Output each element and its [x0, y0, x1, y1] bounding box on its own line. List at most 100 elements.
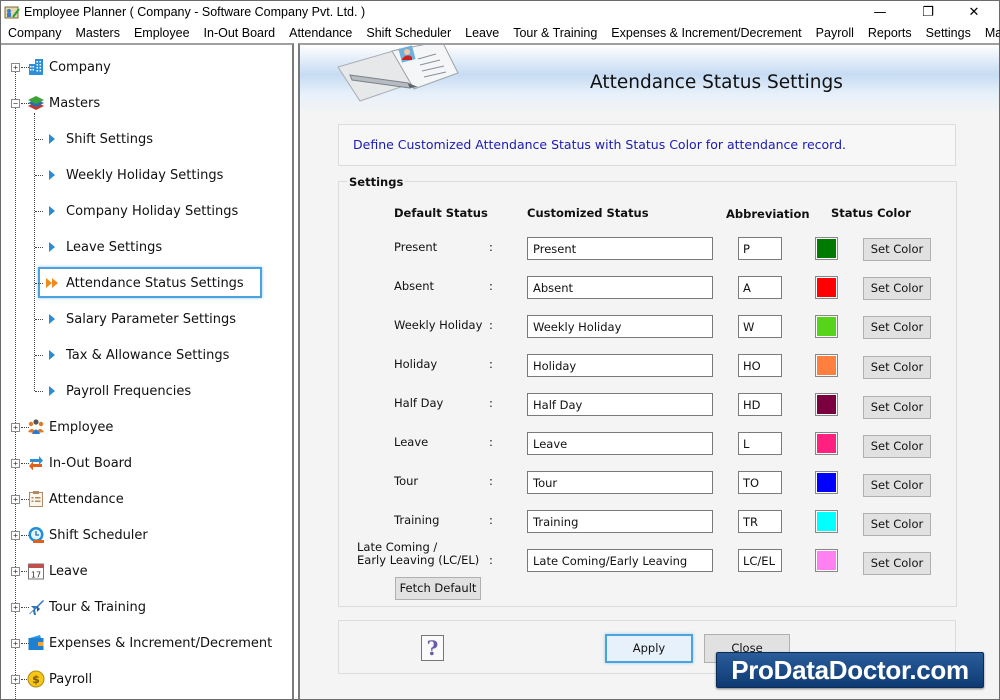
- app-window: Employee Planner ( Company - Software Co…: [0, 0, 1000, 700]
- expand-toggle[interactable]: +: [11, 675, 20, 684]
- tree-node-expenses[interactable]: Expenses & Increment/Decrement: [27, 632, 272, 654]
- menu-reports[interactable]: Reports: [861, 24, 919, 43]
- status-color-swatch[interactable]: [815, 315, 838, 338]
- set-color-button[interactable]: Set Color: [863, 513, 931, 536]
- tree-child-payroll-frequencies[interactable]: Payroll Frequencies: [49, 380, 191, 402]
- tree-connector: [35, 391, 43, 392]
- expand-toggle[interactable]: +: [11, 531, 20, 540]
- dollar-coin-icon: $: [27, 670, 45, 688]
- apply-button[interactable]: Apply: [605, 634, 693, 663]
- expand-toggle[interactable]: +: [11, 423, 20, 432]
- default-status-label: Leave: [394, 435, 429, 449]
- set-color-button[interactable]: Set Color: [863, 435, 931, 458]
- tree-child-salary-parameter-settings[interactable]: Salary Parameter Settings: [49, 308, 236, 330]
- set-color-button[interactable]: Set Color: [863, 356, 931, 379]
- abbreviation-input[interactable]: [738, 471, 782, 494]
- fetch-default-button[interactable]: Fetch Default: [395, 577, 481, 600]
- tree-node-shift-scheduler[interactable]: Shift Scheduler: [27, 524, 148, 546]
- status-color-swatch[interactable]: [815, 354, 838, 377]
- menu-payroll[interactable]: Payroll: [809, 24, 861, 43]
- tree-connector: [34, 113, 35, 391]
- menu-mail[interactable]: Mail: [978, 24, 1000, 43]
- menu-attendance[interactable]: Attendance: [282, 24, 359, 43]
- tree-child-weekly-holiday-settings[interactable]: Weekly Holiday Settings: [49, 164, 223, 186]
- status-color-swatch[interactable]: [815, 393, 838, 416]
- tree-child-label: Payroll Frequencies: [66, 383, 192, 399]
- calendar-icon: 17: [28, 563, 44, 580]
- abbreviation-input[interactable]: [738, 549, 782, 572]
- status-color-swatch[interactable]: [815, 549, 838, 572]
- expand-toggle[interactable]: +: [11, 495, 20, 504]
- customized-status-input[interactable]: [527, 432, 713, 455]
- status-color-swatch[interactable]: [815, 471, 838, 494]
- tree-child-label: Leave Settings: [66, 239, 163, 255]
- customized-status-input[interactable]: [527, 549, 713, 572]
- set-color-button[interactable]: Set Color: [863, 316, 931, 339]
- set-color-button[interactable]: Set Color: [863, 238, 931, 261]
- tree-node-leave[interactable]: 17 Leave: [27, 560, 88, 582]
- menu-settings[interactable]: Settings: [919, 24, 978, 43]
- menu-tour-training[interactable]: Tour & Training: [506, 24, 604, 43]
- tree-node-attendance[interactable]: Attendance: [27, 488, 124, 510]
- status-color-swatch[interactable]: [815, 510, 838, 533]
- abbreviation-input[interactable]: [738, 510, 782, 533]
- set-color-button[interactable]: Set Color: [863, 552, 931, 575]
- customized-status-input[interactable]: [527, 354, 713, 377]
- tree-node-employee[interactable]: Employee: [27, 416, 113, 438]
- tree-child-company-holiday-settings[interactable]: Company Holiday Settings: [49, 200, 238, 222]
- tree-node-masters[interactable]: Masters: [27, 92, 100, 114]
- tree-child-leave-settings[interactable]: Leave Settings: [49, 236, 162, 258]
- menu-leave[interactable]: Leave: [458, 24, 506, 43]
- expand-toggle[interactable]: +: [11, 639, 20, 648]
- watermark-logo: ProDataDoctor.com: [716, 652, 984, 688]
- abbreviation-input[interactable]: [738, 315, 782, 338]
- menu-company[interactable]: Company: [1, 24, 69, 43]
- tree-node-payroll[interactable]: $ Payroll: [27, 668, 92, 690]
- customized-status-input[interactable]: [527, 237, 713, 260]
- expand-toggle[interactable]: +: [11, 63, 20, 72]
- abbreviation-input[interactable]: [738, 393, 782, 416]
- status-color-swatch[interactable]: [815, 276, 838, 299]
- page-title: Attendance Status Settings: [590, 72, 843, 93]
- minimize-button[interactable]: —: [857, 1, 903, 24]
- set-color-button[interactable]: Set Color: [863, 396, 931, 419]
- tree-node-company[interactable]: Company: [27, 56, 111, 78]
- tree-node-in-out-board[interactable]: In-Out Board: [27, 452, 132, 474]
- customized-status-input[interactable]: [527, 276, 713, 299]
- expand-toggle[interactable]: +: [11, 459, 20, 468]
- customized-status-input[interactable]: [527, 510, 713, 533]
- status-color-swatch[interactable]: [815, 432, 838, 455]
- set-color-button[interactable]: Set Color: [863, 474, 931, 497]
- colon-separator: :: [489, 553, 493, 567]
- collapse-toggle[interactable]: −: [11, 99, 20, 108]
- column-header-customized-status: Customized Status: [527, 206, 649, 220]
- arrow-right-icon: [49, 314, 55, 324]
- abbreviation-input[interactable]: [738, 432, 782, 455]
- customized-status-input[interactable]: [527, 315, 713, 338]
- menu-shift-scheduler[interactable]: Shift Scheduler: [359, 24, 458, 43]
- status-color-swatch[interactable]: [815, 237, 838, 260]
- tree-child-attendance-status-settings[interactable]: Attendance Status Settings: [46, 272, 244, 294]
- abbreviation-input[interactable]: [738, 237, 782, 260]
- colon-separator: :: [489, 435, 493, 449]
- default-status-label: Present: [394, 240, 438, 254]
- close-window-button[interactable]: ✕: [951, 1, 997, 24]
- expand-toggle[interactable]: +: [11, 567, 20, 576]
- menu-in-out-board[interactable]: In-Out Board: [197, 24, 283, 43]
- menu-masters[interactable]: Masters: [69, 24, 127, 43]
- customized-status-input[interactable]: [527, 393, 713, 416]
- tree-child-shift-settings[interactable]: Shift Settings: [49, 128, 153, 150]
- tree-child-tax-allowance-settings[interactable]: Tax & Allowance Settings: [49, 344, 229, 366]
- abbreviation-input[interactable]: [738, 354, 782, 377]
- help-button[interactable]: ?: [421, 635, 444, 661]
- menu-expenses[interactable]: Expenses & Increment/Decrement: [604, 24, 808, 43]
- customized-status-input[interactable]: [527, 471, 713, 494]
- maximize-button[interactable]: ❐: [905, 1, 951, 24]
- set-color-button[interactable]: Set Color: [863, 277, 931, 300]
- abbreviation-input[interactable]: [738, 276, 782, 299]
- tree-connector: [35, 247, 43, 248]
- colon-separator: :: [489, 240, 493, 254]
- tree-node-tour-training[interactable]: Tour & Training: [27, 596, 146, 618]
- menu-employee[interactable]: Employee: [127, 24, 197, 43]
- expand-toggle[interactable]: +: [11, 603, 20, 612]
